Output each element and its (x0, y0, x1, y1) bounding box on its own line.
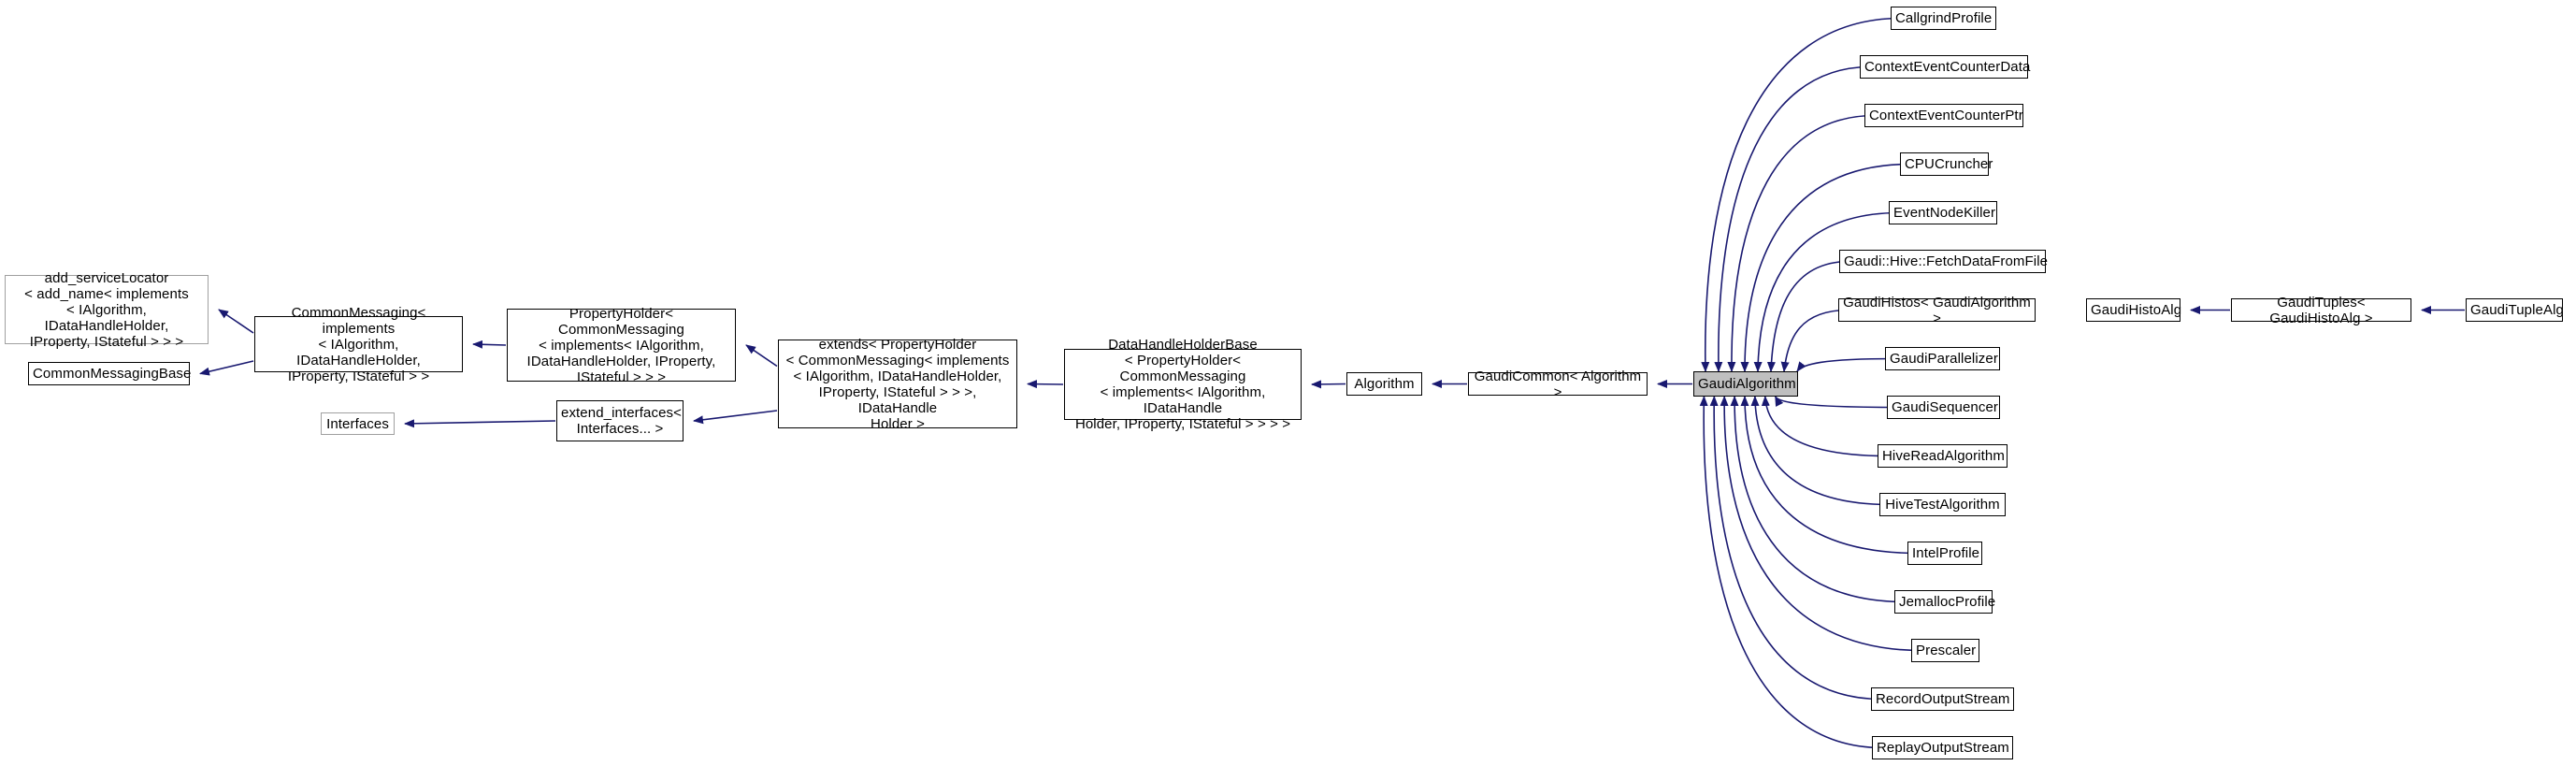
node-label: ReplayOutputStream (1877, 740, 2009, 756)
node-label: GaudiHistoAlg (2091, 302, 2182, 318)
derived-class-node[interactable]: GaudiHistos< GaudiAlgorithm > (1838, 295, 2036, 326)
derived-class-node[interactable]: ContextEventCounterData (1860, 55, 2031, 79)
node-label: CallgrindProfile (1895, 10, 1993, 26)
node-label: HiveReadAlgorithm (1882, 448, 2005, 464)
node-label: extend_interfaces< Interfaces... > (561, 405, 682, 437)
node-common-messaging-base[interactable]: CommonMessagingBase (28, 362, 192, 385)
node-label: GaudiParallelizer (1890, 351, 1998, 367)
derived-class-node[interactable]: Gaudi::Hive::FetchDataFromFile (1839, 250, 2049, 273)
node-label: GaudiSequencer (1892, 399, 1998, 415)
inheritance-diagram: add_serviceLocator < add_name< implement… (0, 0, 2576, 766)
node-gaudi-common-algorithm[interactable]: GaudiCommon< Algorithm > (1468, 369, 1648, 400)
node-gaudi-histo-alg[interactable]: GaudiHistoAlg (2086, 298, 2182, 322)
node-label: Algorithm (1354, 376, 1415, 392)
derived-class-node[interactable]: Prescaler (1911, 639, 1979, 662)
derived-class-node[interactable]: CPUCruncher (1900, 152, 1993, 176)
node-label: GaudiTupleAlg (2470, 302, 2564, 318)
node-label: PropertyHolder< CommonMessaging < implem… (526, 305, 716, 385)
node-label: GaudiAlgorithm (1698, 376, 1796, 392)
node-label: GaudiCommon< Algorithm > (1474, 368, 1642, 400)
node-label: RecordOutputStream (1876, 691, 2010, 707)
node-label: Gaudi::Hive::FetchDataFromFile (1844, 253, 2049, 269)
node-extend-interfaces[interactable]: extend_interfaces< Interfaces... > (556, 400, 684, 441)
node-label: GaudiTuples< GaudiHistoAlg > (2269, 294, 2373, 326)
node-label: JemallocProfile (1899, 594, 1996, 610)
derived-class-node[interactable]: ContextEventCounterPtr (1864, 104, 2023, 127)
node-label: CPUCruncher (1905, 156, 1993, 172)
node-extends[interactable]: extends< PropertyHolder < CommonMessagin… (778, 337, 1017, 432)
node-label: extends< PropertyHolder < CommonMessagin… (785, 336, 1010, 432)
node-label: IntelProfile (1912, 545, 1980, 561)
node-data-handle-holder-base[interactable]: DataHandleHolderBase < PropertyHolder< C… (1064, 337, 1302, 432)
node-property-holder[interactable]: PropertyHolder< CommonMessaging < implem… (507, 305, 736, 385)
derived-class-node[interactable]: ReplayOutputStream (1872, 736, 2013, 759)
node-label: ContextEventCounterData (1864, 59, 2031, 75)
node-label: CommonMessagingBase (33, 366, 192, 382)
node-label: Prescaler (1916, 643, 1977, 658)
node-label: add_serviceLocator < add_name< implement… (24, 269, 189, 350)
derived-class-node[interactable]: EventNodeKiller (1889, 201, 1997, 224)
node-label: EventNodeKiller (1893, 205, 1996, 221)
node-label: HiveTestAlgorithm (1885, 497, 2000, 513)
node-label: GaudiHistos< GaudiAlgorithm > (1843, 294, 2031, 326)
node-common-messaging[interactable]: CommonMessaging< implements < IAlgorithm… (254, 305, 463, 384)
node-label: ContextEventCounterPtr (1869, 108, 2023, 123)
derived-class-node[interactable]: HiveReadAlgorithm (1878, 444, 2008, 468)
derived-class-node[interactable]: GaudiSequencer (1887, 396, 2000, 419)
node-gaudi-tuples-histo-alg[interactable]: GaudiTuples< GaudiHistoAlg > (2231, 295, 2411, 326)
derived-class-node[interactable]: IntelProfile (1907, 542, 1982, 565)
node-gaudi-algorithm[interactable]: GaudiAlgorithm (1693, 371, 1798, 397)
derived-class-node[interactable]: CallgrindProfile (1891, 7, 1996, 30)
derived-class-node[interactable]: JemallocProfile (1894, 590, 1996, 614)
node-algorithm[interactable]: Algorithm (1346, 372, 1422, 396)
node-add-service-locator[interactable]: add_serviceLocator < add_name< implement… (5, 270, 209, 350)
derived-class-node[interactable]: GaudiParallelizer (1885, 347, 2000, 370)
node-label: Interfaces (326, 415, 389, 432)
derived-class-node[interactable]: HiveTestAlgorithm (1879, 493, 2006, 516)
node-label: DataHandleHolderBase < PropertyHolder< C… (1074, 337, 1291, 432)
node-interfaces[interactable]: Interfaces (321, 412, 395, 435)
derived-class-node[interactable]: RecordOutputStream (1871, 687, 2014, 711)
node-gaudi-tuple-alg[interactable]: GaudiTupleAlg (2466, 298, 2564, 322)
node-label: CommonMessaging< implements < IAlgorithm… (287, 304, 430, 384)
